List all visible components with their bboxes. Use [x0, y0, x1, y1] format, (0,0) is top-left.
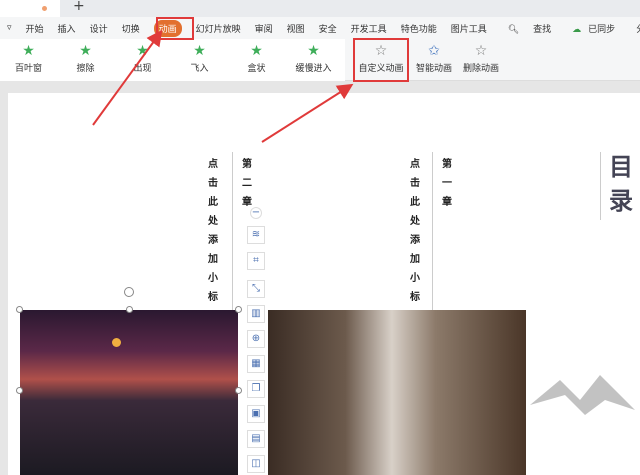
zoom-image-icon[interactable]: ⊕	[247, 330, 265, 348]
smart-animation-button[interactable]: ✩ 智能动画	[410, 39, 458, 74]
menu-slideshow[interactable]: 幻灯片放映	[196, 22, 241, 35]
menu-developer[interactable]: 开发工具	[351, 22, 387, 35]
unsaved-dot-icon	[42, 6, 47, 11]
sync-button[interactable]: ☁ 已同步	[572, 22, 622, 35]
new-tab-button[interactable]: +	[73, 0, 85, 14]
effect-blinds[interactable]: ★ 百叶窗	[0, 39, 57, 81]
chapter-2-title[interactable]: 第二章	[241, 155, 253, 212]
star-icon: ★	[79, 43, 92, 59]
collapse-icon[interactable]: ▿	[7, 23, 12, 33]
star-icon: ★	[22, 43, 35, 59]
rotate-handle[interactable]	[124, 287, 134, 297]
mountain-ink-decoration	[530, 375, 635, 415]
share-button[interactable]: 分	[636, 22, 640, 35]
toc-title[interactable]: 目录	[608, 150, 634, 218]
layers-icon[interactable]: ≋	[247, 226, 265, 244]
effect-slow-enter[interactable]: ★ 缓慢进入	[285, 39, 342, 81]
menu-transition[interactable]: 切换	[122, 22, 140, 35]
image-tool-icon[interactable]: ▤	[247, 430, 265, 448]
split-image-icon[interactable]: ▥	[247, 305, 265, 323]
resize-handle[interactable]	[16, 306, 23, 313]
star-icon: ★	[250, 43, 263, 59]
subtitle-placeholder-1[interactable]: 点击此处添加小标题	[409, 155, 421, 326]
ribbon: ★ 百叶窗 ★ 擦除 ★ 出现 ★ 飞入 ★ 盒状 ★ 缓慢进入 ☆ 自定义动画 ✩ 智能动画 …	[0, 39, 640, 81]
effect-box[interactable]: ★ 盒状	[228, 39, 285, 81]
image-tool-icon[interactable]: ◫	[247, 455, 265, 473]
image-tool-icon[interactable]: ▣	[247, 405, 265, 423]
resize-handle[interactable]	[16, 387, 23, 394]
image-effects-icon[interactable]: ▦	[247, 355, 265, 373]
menu-bar: ▿ 开始 插入 设计 切换 动画 幻灯片放映 审阅 视图 安全 开发工具 特色功…	[0, 17, 640, 39]
tab-bar: +	[0, 0, 640, 17]
menu-insert[interactable]: 插入	[58, 22, 76, 35]
highlight-box-animation-tab	[156, 17, 194, 40]
search-button[interactable]: 🔍︎ 查找	[501, 22, 558, 35]
collapse-toolbar-icon[interactable]: −	[250, 207, 262, 219]
sunset-photo[interactable]	[20, 310, 238, 475]
resize-handle[interactable]	[235, 306, 242, 313]
effect-fly-in[interactable]: ★ 飞入	[171, 39, 228, 81]
delete-star-icon: ☆	[474, 43, 488, 59]
menu-start[interactable]: 开始	[26, 22, 44, 35]
menu-security[interactable]: 安全	[319, 22, 337, 35]
crop-icon[interactable]: ⌗	[247, 252, 265, 270]
menu-view[interactable]: 视图	[287, 22, 305, 35]
menu-picture-tools[interactable]: 图片工具	[451, 22, 487, 35]
star-icon: ★	[193, 43, 206, 59]
animation-gallery: ★ 百叶窗 ★ 擦除 ★ 出现 ★ 飞入 ★ 盒状 ★ 缓慢进入	[0, 39, 345, 81]
resize-handle[interactable]	[126, 306, 133, 313]
divider	[600, 152, 601, 220]
effect-wipe[interactable]: ★ 擦除	[57, 39, 114, 81]
replace-image-icon[interactable]: ⤡	[247, 280, 265, 298]
menu-features[interactable]: 特色功能	[401, 22, 437, 35]
document-tab[interactable]	[0, 0, 60, 17]
subtitle-placeholder-2[interactable]: 点击此处添加小标题	[207, 155, 219, 326]
star-icon: ★	[136, 43, 149, 59]
divider	[232, 152, 233, 312]
sun-shape	[112, 338, 121, 347]
divider	[432, 152, 433, 312]
search-icon: 🔍︎	[507, 24, 520, 35]
group-photo[interactable]	[268, 310, 526, 475]
menu-review[interactable]: 审阅	[255, 22, 273, 35]
smart-star-icon: ✩	[428, 43, 440, 59]
chapter-1-title[interactable]: 第一章	[441, 155, 453, 212]
highlight-box-custom-animation	[353, 38, 409, 82]
effect-appear[interactable]: ★ 出现	[114, 39, 171, 81]
resize-handle[interactable]	[235, 387, 242, 394]
delete-animation-button[interactable]: ☆ 删除动画	[460, 39, 502, 74]
menu-design[interactable]: 设计	[90, 22, 108, 35]
copy-image-icon[interactable]: ❐	[247, 380, 265, 398]
star-icon: ★	[307, 43, 320, 59]
